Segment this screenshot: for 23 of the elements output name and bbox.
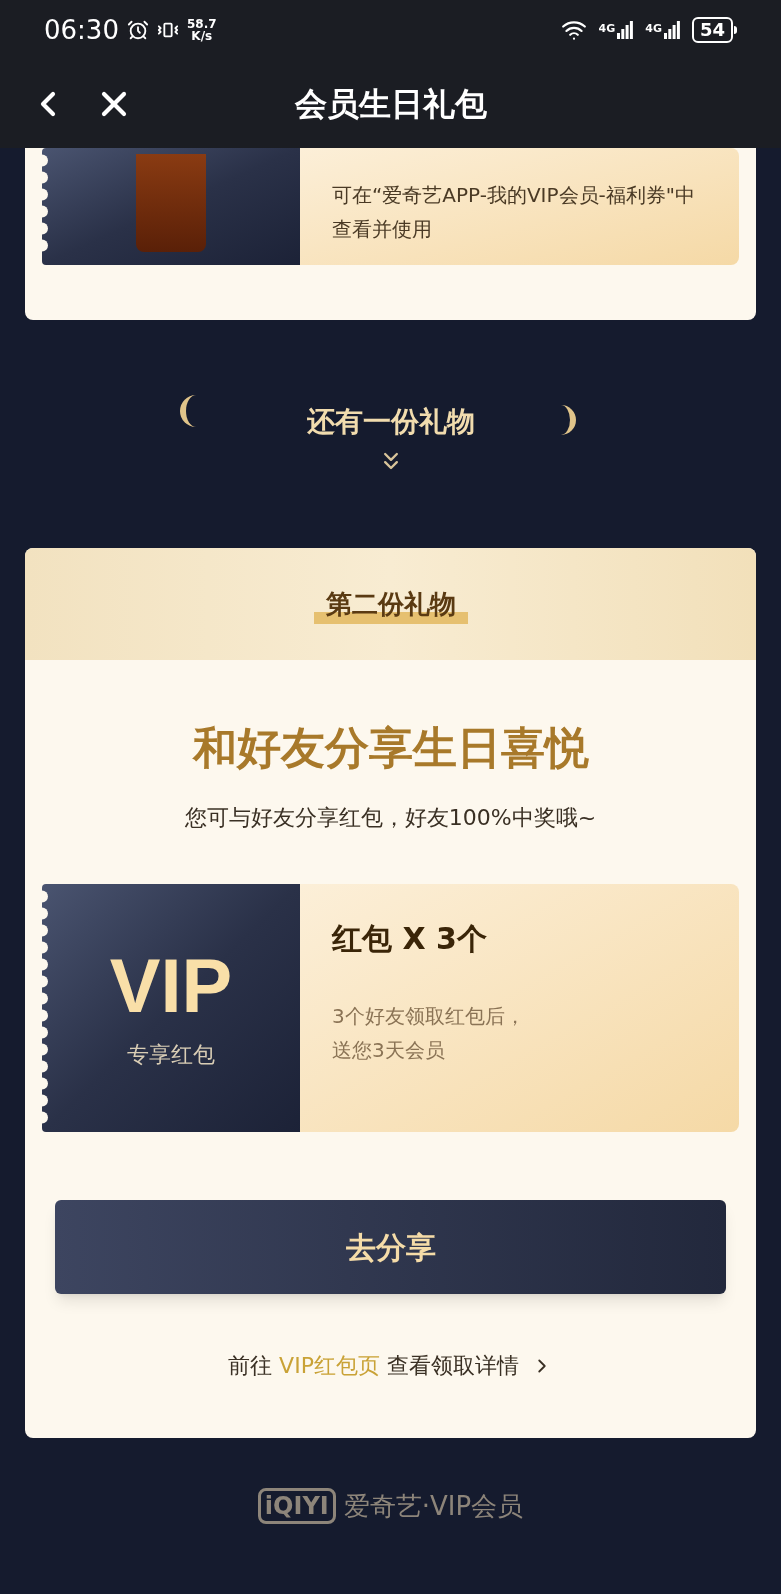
- brand-name: 爱奇艺·VIP会员: [343, 1489, 524, 1523]
- gift-heading: 和好友分享生日喜悦: [192, 721, 589, 775]
- alarm-icon: [126, 19, 149, 41]
- clock-time: 06:30: [44, 13, 119, 47]
- coupon-title: 红包 X 3个: [332, 920, 488, 958]
- network-type: 4G: [598, 21, 616, 37]
- coupon-note: 可在“爱奇艺APP-我的VIP会员-福利券"中查看并使用: [332, 182, 696, 243]
- battery-level: 54: [691, 17, 733, 43]
- page-title: 会员生日礼包: [294, 84, 487, 125]
- share-button[interactable]: 去分享: [55, 1200, 726, 1294]
- signal-icon: [617, 21, 634, 39]
- network-unit: K/s: [191, 30, 213, 42]
- gift-subheading: 您可与好友分享红包，好友100%中奖哦~: [184, 804, 597, 832]
- coupon-label: VIP: [109, 945, 233, 1026]
- network-type: 4G: [645, 21, 662, 37]
- coupon-description: 3个好友领取红包后，送您3天会员: [332, 1003, 526, 1064]
- section-title: 还有一份礼物: [306, 404, 475, 440]
- signal-icon: [663, 21, 680, 39]
- brand-logo: iQIYI: [257, 1488, 336, 1524]
- coupon-sublabel: 专享红包: [127, 1040, 215, 1069]
- battery-tip-icon: [734, 26, 737, 34]
- network-speed: 58.7: [186, 18, 217, 30]
- details-text: 前往 VIP红包页 查看领取详情: [228, 1352, 519, 1380]
